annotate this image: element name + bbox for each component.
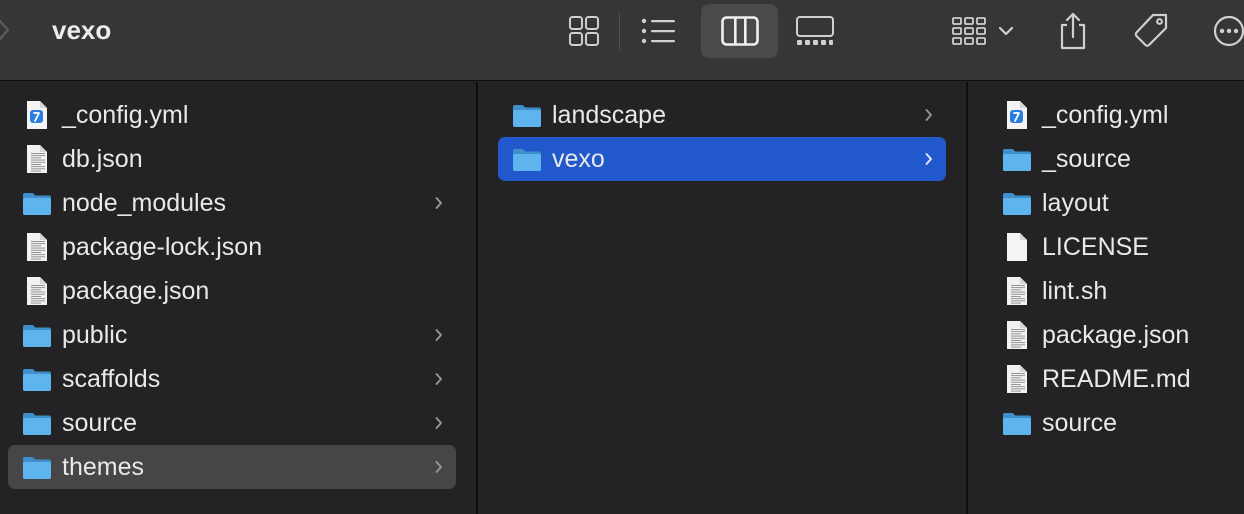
folder-icon [510,144,544,174]
column-pane-root: _config.yml db.json node_modules package-lo… [0,82,476,514]
chevron-right-icon [435,373,442,385]
chevron-right-icon [435,197,442,209]
icon-view-button[interactable] [558,4,610,58]
item-name: LICENSE [1042,233,1149,261]
item-name: source [1042,409,1118,437]
chevron-right-icon [435,417,442,429]
item-name: lint.sh [1042,277,1108,305]
folder-icon [20,408,54,438]
list-item[interactable]: package-lock.json [8,225,456,269]
list-item[interactable]: package.json [8,269,456,313]
list-view-button[interactable] [632,4,684,58]
item-name: _config.yml [1042,101,1169,129]
item-name: scaffolds [62,365,161,393]
folder-icon [510,100,544,130]
tag-button[interactable] [1126,4,1176,58]
list-item[interactable]: themes [8,445,456,489]
chevron-right-icon [925,153,932,165]
column-pane-vexo: _config.yml _sourcelayout LICENSE lint.sh pa… [968,82,1244,514]
list-item[interactable]: README.md [988,357,1244,401]
list-item[interactable]: landscape [498,93,946,137]
item-name: _config.yml [62,101,189,129]
dropdown-chevron-icon [998,26,1014,36]
tag-icon [1134,13,1168,47]
item-name: package.json [1042,321,1190,349]
list-item[interactable]: _config.yml [988,93,1244,137]
item-name: source [62,409,138,437]
item-name: db.json [62,145,143,173]
list-item[interactable]: _config.yml [8,93,456,137]
column-pane-themes: landscape vexo [478,82,966,514]
yaml-file-icon [1000,100,1034,130]
folder-icon [20,188,54,218]
window-title: vexo [52,15,112,45]
item-name: _source [1042,145,1131,173]
more-icon [1213,15,1244,47]
list-item[interactable]: node_modules [8,181,456,225]
text-document-icon [1000,364,1034,394]
chevron-right-icon [435,329,442,341]
toolbar-separator [619,12,620,50]
text-document-icon [20,144,54,174]
folder-icon [1000,188,1034,218]
list-item[interactable]: vexo [498,137,946,181]
item-name: README.md [1042,365,1191,393]
list-item[interactable]: scaffolds [8,357,456,401]
list-item[interactable]: source [988,401,1244,445]
list-item[interactable]: db.json [8,137,456,181]
item-name: node_modules [62,189,227,217]
folder-icon [20,452,54,482]
more-button[interactable] [1210,4,1244,58]
text-document-icon [1000,320,1034,350]
folder-icon [1000,144,1034,174]
column-view-icon [720,16,759,46]
list-item[interactable]: source [8,401,456,445]
icon-view-icon [569,16,599,46]
item-name: themes [62,453,144,481]
item-name: vexo [552,145,605,173]
yaml-file-icon [20,100,54,130]
text-document-icon [20,232,54,262]
item-name: package-lock.json [62,233,263,261]
text-document-icon [1000,276,1034,306]
blank-document-icon [1000,232,1034,262]
list-item[interactable]: lint.sh [988,269,1244,313]
group-button[interactable] [944,4,1022,58]
share-button[interactable] [1050,4,1096,58]
item-name: package.json [62,277,210,305]
column-browser: _config.yml db.json node_modules package-lo… [0,82,1244,514]
list-item[interactable]: _source [988,137,1244,181]
chevron-right-icon [435,461,442,473]
folder-icon [1000,408,1034,438]
group-icon [952,17,986,45]
folder-icon [20,364,54,394]
list-view-icon [641,18,675,44]
item-name: public [62,321,128,349]
text-document-icon [20,276,54,306]
chevron-right-icon [925,109,932,121]
gallery-view-button[interactable] [790,4,840,58]
share-icon [1060,12,1086,50]
back-chevron-icon[interactable] [0,18,12,42]
toolbar: vexo [0,0,1244,81]
folder-icon [20,320,54,350]
list-item[interactable]: public [8,313,456,357]
list-item[interactable]: LICENSE [988,225,1244,269]
item-name: landscape [552,101,666,129]
list-item[interactable]: layout [988,181,1244,225]
gallery-view-icon [796,16,834,45]
column-view-button[interactable] [701,4,778,58]
list-item[interactable]: package.json [988,313,1244,357]
item-name: layout [1042,189,1109,217]
